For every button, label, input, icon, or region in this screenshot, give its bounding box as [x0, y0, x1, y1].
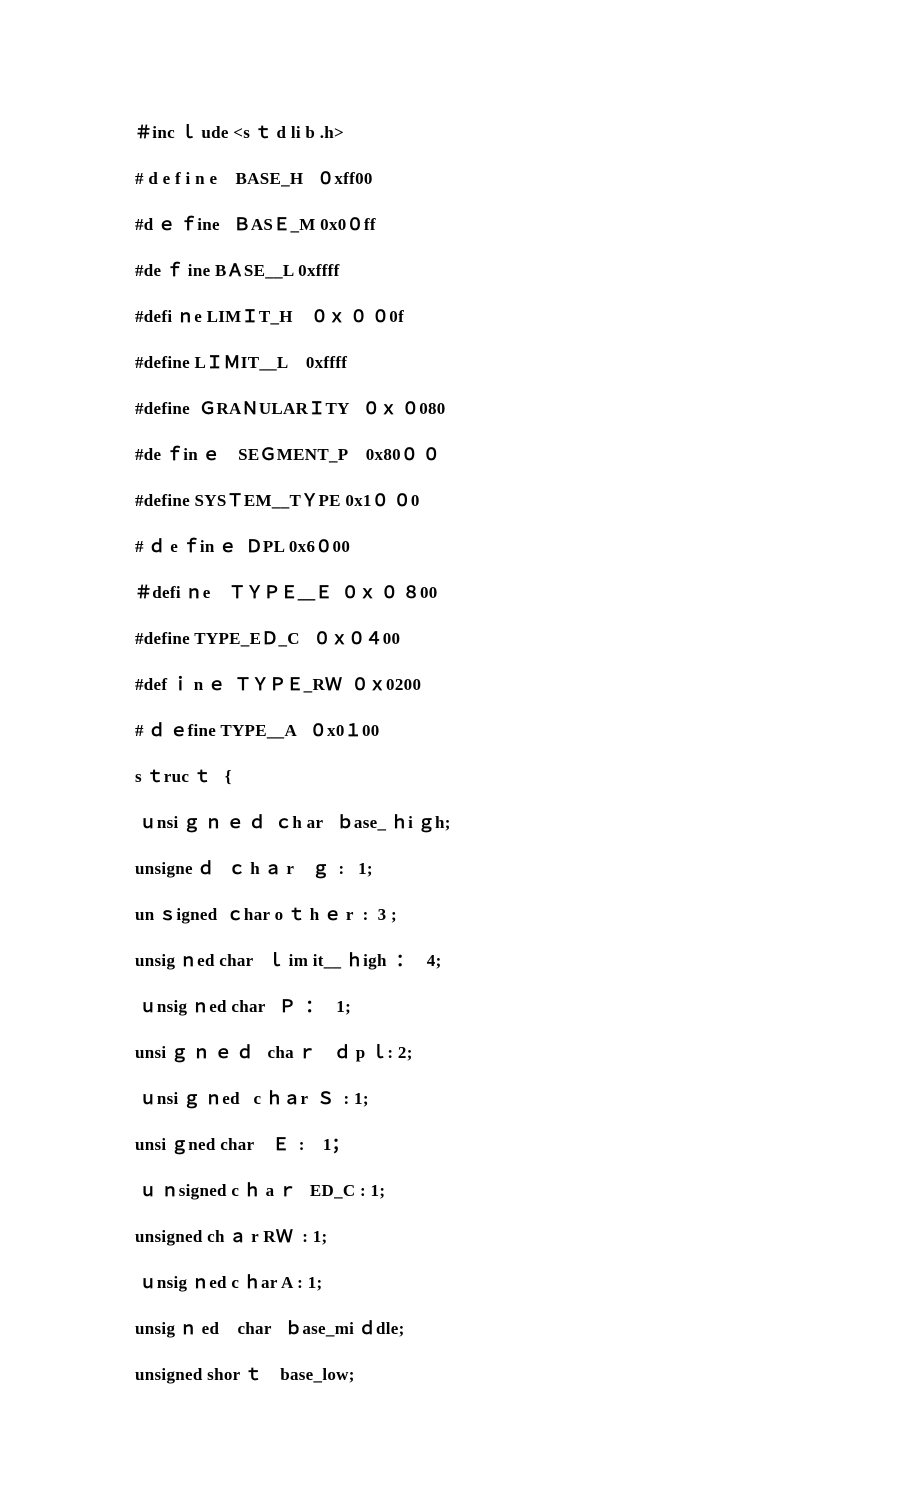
- code-line: ｕnsig ｎed c ｈar A : 1;: [135, 1268, 785, 1293]
- code-line: #define LＩＭIT__L 0xffff: [135, 348, 785, 373]
- code-line: ｕnsig ｎed char Ｐ ： 1;: [135, 992, 785, 1017]
- code-line: # ｄ e ｆin ｅ ＤPL 0x6０00: [135, 532, 785, 557]
- code-line: #define SYSＴEM__TＹPE 0x1０ ０0: [135, 486, 785, 511]
- code-line: unsi ｇned char Ｅ : 1；: [135, 1130, 785, 1155]
- code-line: ＃inc ｌ ude <s ｔ d li b .h>: [135, 118, 785, 143]
- code-line: unsig ｎed char ｌ im it__ ｈigh ： 4;: [135, 946, 785, 971]
- code-line: unsigned ch ａ r RＷ : 1;: [135, 1222, 785, 1247]
- code-line: #define ＧRAＮULARＩTY ０ｘ ０080: [135, 394, 785, 419]
- code-line: unsi ｇ ｎ ｅ ｄ cha ｒ ｄ p ｌ: 2;: [135, 1038, 785, 1063]
- code-line: ｕnsi ｇ ｎ ｅ ｄ ｃh ar ｂase_ ｈi ｇh;: [135, 808, 785, 833]
- document-page: ＃inc ｌ ude <s ｔ d li b .h> # d e f i n e…: [0, 0, 920, 1486]
- code-line: #define TYPE_EＤ_C ０ｘ０４00: [135, 624, 785, 649]
- code-line: unsig ｎ ed char ｂase_mi ｄdle;: [135, 1314, 785, 1339]
- code-line: #de ｆ ine BＡSE__L 0xffff: [135, 256, 785, 281]
- code-line: #d ｅ ｆine ＢASＥ_M 0x0０ff: [135, 210, 785, 235]
- code-line: un ｓigned ｃhar o ｔ h ｅ r : 3 ;: [135, 900, 785, 925]
- code-line: #def ｉ n ｅ ＴＹＰＥ_RＷ ０ｘ0200: [135, 670, 785, 695]
- code-line: # ｄ ｅfine TYPE__A ０x0１00: [135, 716, 785, 741]
- code-line: # d e f i n e BASE_H ０xff00: [135, 164, 785, 189]
- code-line: unsigned shor ｔ base_low;: [135, 1360, 785, 1385]
- code-line: ｕ ｎsigned c ｈ a ｒ ED_C : 1;: [135, 1176, 785, 1201]
- code-line: #defi ｎe LIMＩT_H ０ｘ ０ ０0f: [135, 302, 785, 327]
- code-line: #de ｆin ｅ SEＧMENT_P 0x80０ ０: [135, 440, 785, 465]
- code-line: ｕnsi ｇ ｎed c ｈａr Ｓ : 1;: [135, 1084, 785, 1109]
- code-line: unsigne ｄ ｃ h ａ r ｇ : 1;: [135, 854, 785, 879]
- code-line: s ｔruc ｔ {: [135, 762, 785, 787]
- code-line: ＃defi ｎe ＴＹＰＥ＿Ｅ ０ｘ ０ ８00: [135, 578, 785, 603]
